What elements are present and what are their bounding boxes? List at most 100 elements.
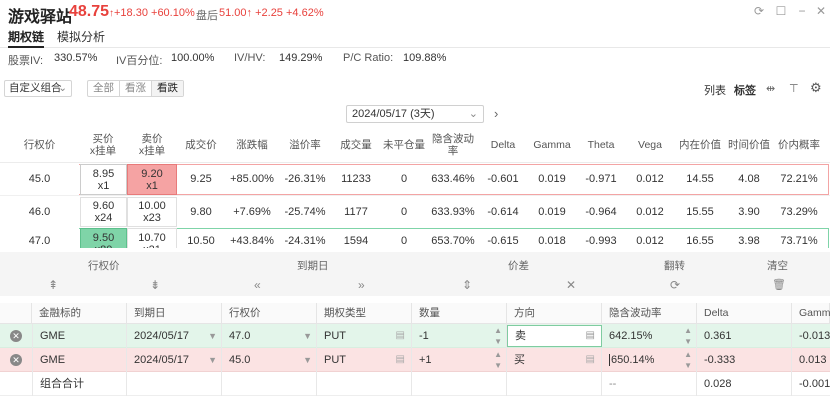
col-remove [0, 303, 32, 324]
col-ask: 卖价 x挂单 [127, 128, 177, 162]
chevron-down-icon: ⌄ [468, 108, 478, 120]
ask-cell[interactable]: 10.70x21 [127, 228, 177, 248]
intrinsic-cell: 15.55 [686, 206, 714, 218]
price-change: +18.30 +60.10% [114, 7, 195, 19]
tab-simulation[interactable]: 模拟分析 [57, 28, 105, 48]
bid-cell[interactable]: 9.60 x24 [80, 197, 127, 227]
option-chain-table: 行权价 买价 x挂单 卖价 x挂单 成交价 涨跌幅 溢价率 成交量 未平仓量 隐含波… [0, 128, 830, 248]
stepper-icon[interactable]: ▲ ▼ [494, 349, 502, 371]
remove-leg-icon[interactable]: ✕ [10, 354, 22, 366]
gamma-cell: 0.018 [538, 235, 566, 247]
itm-prob-cell: 72.21% [780, 173, 818, 185]
chain-row-46[interactable]: 46.0 9.60 x24 10.00 x23 9.80 +7.69% -25.74… [0, 195, 830, 227]
spread-adjust-icon[interactable]: ⇕ [462, 278, 472, 292]
toolbar-expiry-label: 到期日 [297, 260, 329, 272]
change-cell: +43.84% [230, 235, 274, 247]
expiry-next-icon[interactable]: » [358, 278, 365, 292]
expiry-select[interactable]: 2024/05/17 (3天) ⌄ [346, 105, 484, 123]
refresh-icon[interactable]: ⟳ [752, 4, 766, 18]
filter-calls[interactable]: 看涨 [120, 81, 152, 96]
iv-percentile-value: 100.00% [171, 52, 215, 64]
col-change: 涨跌幅 [236, 139, 268, 151]
caret-down-icon: ▼ [208, 355, 217, 365]
next-expiry-icon[interactable]: › [494, 106, 498, 121]
total-empty [412, 372, 507, 396]
toolbar-strike-label: 行权价 [88, 260, 120, 272]
ask-cell[interactable]: 9.20 x1 [127, 164, 177, 195]
strike-cell[interactable]: 45.0 ▼ [222, 348, 317, 372]
stepper-icon[interactable]: ▲ ▼ [684, 325, 692, 347]
filter-all[interactable]: 全部 [88, 81, 120, 96]
strategy-toolbar: 行权价 到期日 价差 翻转 清空 ⇞ ⇟ « » ⇕ ✕ ⟳ 🗑 [0, 252, 830, 296]
tab-option-chain[interactable]: 期权链 [8, 28, 45, 48]
time-value-cell: 3.90 [738, 206, 760, 218]
type-cell[interactable]: PUT ▤ [317, 324, 412, 348]
combo-select[interactable]: 自定义组合 ⌄ [4, 80, 72, 97]
qty-cell[interactable]: -1 ▲ ▼ [412, 324, 507, 348]
filter-puts[interactable]: 看跌 [152, 81, 183, 96]
close-icon[interactable]: ✕ [814, 4, 828, 18]
strike-up-icon[interactable]: ⇞ [48, 278, 58, 292]
expiry-cell[interactable]: 2024/05/17 ▼ [127, 324, 222, 348]
direction-cell[interactable]: 买 ▤ [507, 348, 602, 372]
col-strike: 行权价 [23, 139, 56, 151]
type-cell[interactable]: PUT ▤ [317, 348, 412, 372]
strike-cell[interactable]: 47.0 ▼ [222, 324, 317, 348]
spread-remove-icon[interactable]: ✕ [566, 278, 576, 292]
col-bid-line2: x挂单 [89, 145, 117, 157]
underlying-cell: GME [32, 348, 127, 372]
chain-row-45[interactable]: 45.0 8.95 x1 9.20 x1 9.25 +85.00% -26.31% … [0, 163, 830, 195]
expiry-prev-icon[interactable]: « [254, 278, 261, 292]
col-itm-prob: 价内概率 [778, 139, 820, 151]
gear-icon[interactable]: ⚙ [810, 80, 822, 96]
stepper-icon[interactable]: ▲ ▼ [684, 349, 692, 371]
strike-down-icon[interactable]: ⇟ [150, 278, 160, 292]
volume-cell: 1594 [343, 235, 369, 247]
filter-icon[interactable]: ⊤ [789, 82, 799, 95]
iv-cell[interactable]: 642.15% ▲ ▼ [602, 324, 697, 348]
col-direction: 方向 [507, 303, 602, 324]
col-iv: 隐含波动率 [432, 133, 474, 157]
after-hours-quote: 51.00↑ +2.25 +4.62% [219, 7, 324, 19]
swap-columns-icon[interactable]: ⇹ [766, 82, 775, 95]
list-view-button[interactable]: 列表 [704, 82, 726, 98]
vega-cell: 0.012 [636, 235, 664, 247]
dropdown-icon: ▤ [395, 354, 405, 365]
oi-cell: 0 [400, 173, 408, 185]
restore-icon[interactable]: ☐ [774, 4, 788, 18]
strike-cell: 46.0 [28, 206, 51, 218]
premium-cell: -25.74% [284, 206, 326, 218]
underlying-cell: GME [32, 324, 127, 348]
qty-cell[interactable]: +1 ▲ ▼ [412, 348, 507, 372]
dropdown-icon: ▤ [395, 330, 405, 341]
iv-cell: 633.46% [431, 173, 475, 185]
combo-leg-row: ✕ GME 2024/05/17 ▼ 45.0 ▼ PUT ▤ +1 ▲ ▼ 买 ▤ 650… [0, 348, 830, 372]
tag-view-button[interactable]: 标签 [734, 82, 756, 98]
total-empty [317, 372, 412, 396]
stock-iv-value: 330.57% [54, 52, 98, 64]
flip-icon[interactable]: ⟳ [670, 278, 680, 292]
change-cell: +7.69% [233, 206, 271, 218]
header: 游戏驿站 48.75↑ +18.30 +60.10% 盘后 51.00↑ +2.… [0, 0, 830, 26]
delta-cell: -0.614 [487, 206, 519, 218]
toolbar-flip-label: 翻转 [664, 260, 685, 272]
bid-cell[interactable]: 9.50x80 [80, 228, 127, 248]
chain-row-47[interactable]: 47.0 9.50x80 10.70x21 10.50 +43.84% -24.… [0, 227, 830, 248]
last-cell: 9.80 [190, 206, 212, 218]
col-type: 期权类型 [317, 303, 412, 324]
minimize-icon[interactable]: − [795, 4, 809, 18]
direction-cell[interactable]: 卖 ▤ [507, 325, 602, 347]
trash-icon[interactable]: 🗑 [772, 278, 786, 291]
expiry-cell[interactable]: 2024/05/17 ▼ [127, 348, 222, 372]
ask-cell[interactable]: 10.00 x23 [127, 197, 177, 227]
oi-cell: 0 [400, 235, 408, 247]
dropdown-icon: ▤ [585, 330, 595, 341]
total-empty [127, 372, 222, 396]
col-premium: 溢价率 [289, 139, 321, 151]
itm-prob-cell: 73.71% [780, 235, 818, 247]
iv-cell[interactable]: 650.14% ▲ ▼ [602, 348, 697, 372]
pc-ratio-label: P/C Ratio: [343, 52, 394, 64]
bid-cell[interactable]: 8.95 x1 [80, 164, 127, 195]
remove-leg-icon[interactable]: ✕ [10, 330, 22, 342]
stepper-icon[interactable]: ▲ ▼ [494, 325, 502, 347]
